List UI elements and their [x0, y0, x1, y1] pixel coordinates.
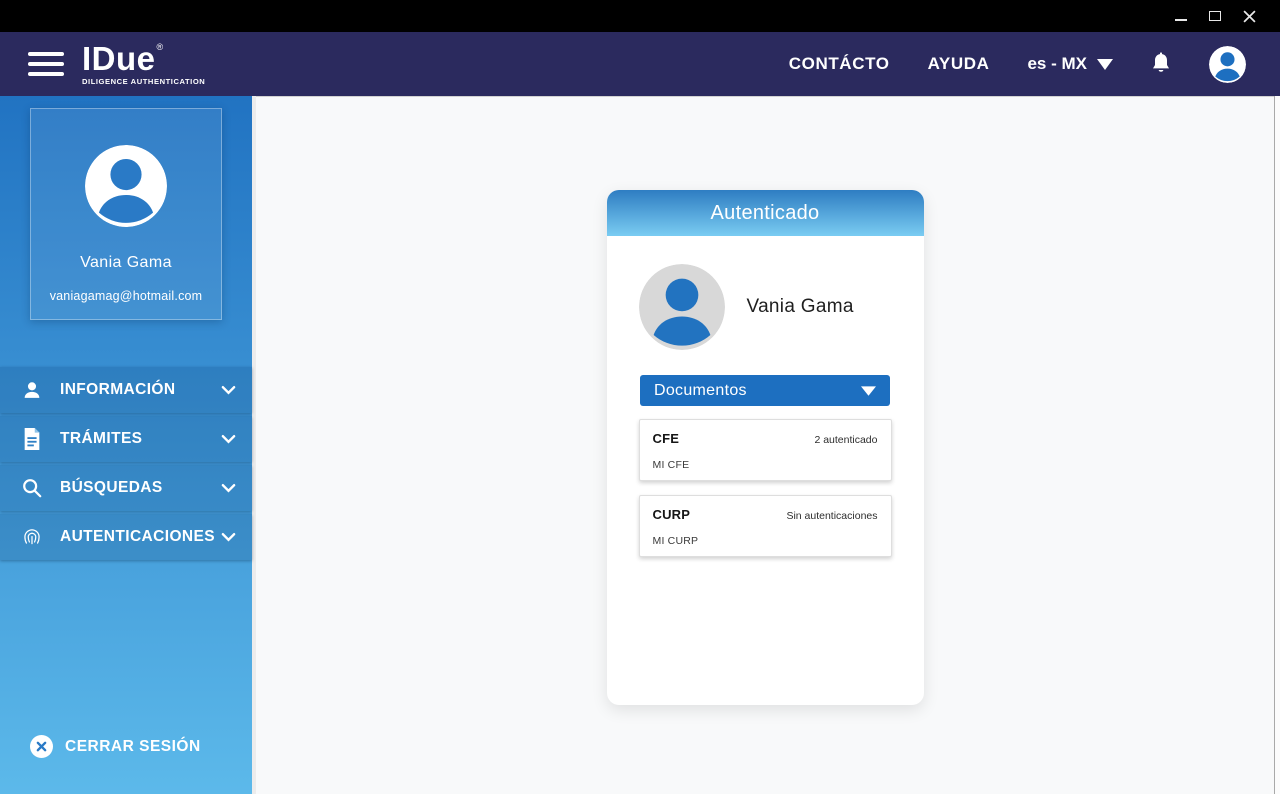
document-item-curp[interactable]: CURP Sin autenticaciones MI CURP [639, 495, 892, 557]
bell-icon [1151, 52, 1171, 76]
user-avatar-icon [1209, 46, 1246, 83]
chevron-down-icon [1097, 59, 1113, 70]
chevron-down-icon [221, 483, 236, 493]
window-titlebar [0, 0, 1280, 32]
card-user-row: Vania Gama [639, 264, 892, 350]
chevron-down-icon [861, 386, 876, 396]
minimize-icon [1175, 19, 1187, 21]
nav-ayuda[interactable]: AYUDA [928, 54, 990, 74]
sidebar: Vania Gama vaniagamag@hotmail.com INFORM… [0, 96, 252, 794]
sidebar-item-informacion[interactable]: INFORMACIÓN [0, 367, 252, 413]
sidebar-item-busquedas[interactable]: BÚSQUEDAS [0, 465, 252, 511]
document-status: Sin autenticaciones [786, 510, 877, 522]
app-header: IDue ® DILIGENCE AUTHENTICATION CONTÁCTO… [0, 32, 1280, 96]
chevron-down-icon [221, 434, 236, 444]
language-selector[interactable]: es - MX [1027, 54, 1113, 74]
sidebar-item-label: BÚSQUEDAS [60, 479, 163, 497]
chevron-down-icon [221, 532, 236, 542]
nav-contacto[interactable]: CONTÁCTO [789, 54, 890, 74]
sidebar-avatar [85, 145, 167, 227]
language-value: es - MX [1027, 54, 1087, 74]
user-avatar-icon [639, 264, 725, 350]
maximize-icon [1209, 11, 1221, 21]
documents-dropdown-label: Documentos [654, 382, 747, 400]
sidebar-item-label: TRÁMITES [60, 430, 142, 448]
sidebar-item-autenticaciones[interactable]: AUTENTICACIONES [0, 514, 252, 560]
brand-name: IDue [82, 42, 156, 75]
maximize-button[interactable] [1198, 1, 1232, 31]
card-title: Autenticado [711, 202, 820, 225]
profile-email: vaniagamag@hotmail.com [50, 289, 203, 303]
close-circle-icon [30, 735, 53, 758]
sidebar-item-label: INFORMACIÓN [60, 381, 175, 399]
person-icon [20, 379, 44, 401]
document-code: CURP [653, 507, 691, 522]
sidebar-item-label: AUTENTICACIONES [60, 528, 215, 546]
notifications-button[interactable] [1151, 52, 1171, 76]
document-code: CFE [653, 431, 680, 446]
brand-tagline: DILIGENCE AUTHENTICATION [82, 78, 205, 86]
document-item-cfe[interactable]: CFE 2 autenticado MI CFE [639, 419, 892, 481]
menu-button[interactable] [28, 52, 64, 76]
close-icon [1243, 10, 1256, 23]
authenticated-card: Autenticado Vania Gama Documentos [607, 190, 924, 705]
card-user-name: Vania Gama [747, 296, 854, 318]
card-avatar [639, 264, 725, 350]
scrollbar[interactable] [1274, 96, 1280, 794]
main-content: Autenticado Vania Gama Documentos [256, 96, 1274, 794]
close-button[interactable] [1232, 1, 1266, 31]
fingerprint-icon [20, 526, 44, 548]
user-avatar-icon [85, 145, 167, 227]
document-status: 2 autenticado [814, 434, 877, 446]
sidebar-menu: INFORMACIÓN TRÁMITES BÚSQUEDAS [0, 367, 252, 560]
logout-label: CERRAR SESIÓN [65, 738, 201, 756]
registered-mark: ® [157, 43, 164, 52]
document-name: MI CFE [653, 459, 878, 471]
logout-button[interactable]: CERRAR SESIÓN [30, 735, 201, 758]
documents-dropdown[interactable]: Documentos [640, 375, 890, 406]
profile-avatar-button[interactable] [1209, 46, 1246, 83]
chevron-down-icon [221, 385, 236, 395]
document-icon [20, 428, 44, 450]
brand-logo: IDue ® DILIGENCE AUTHENTICATION [82, 42, 205, 86]
card-title-bar: Autenticado [607, 190, 924, 236]
minimize-button[interactable] [1164, 1, 1198, 31]
profile-name: Vania Gama [80, 254, 172, 272]
sidebar-profile-card: Vania Gama vaniagamag@hotmail.com [30, 108, 222, 320]
document-name: MI CURP [653, 535, 878, 547]
search-icon [20, 477, 44, 499]
sidebar-item-tramites[interactable]: TRÁMITES [0, 416, 252, 462]
